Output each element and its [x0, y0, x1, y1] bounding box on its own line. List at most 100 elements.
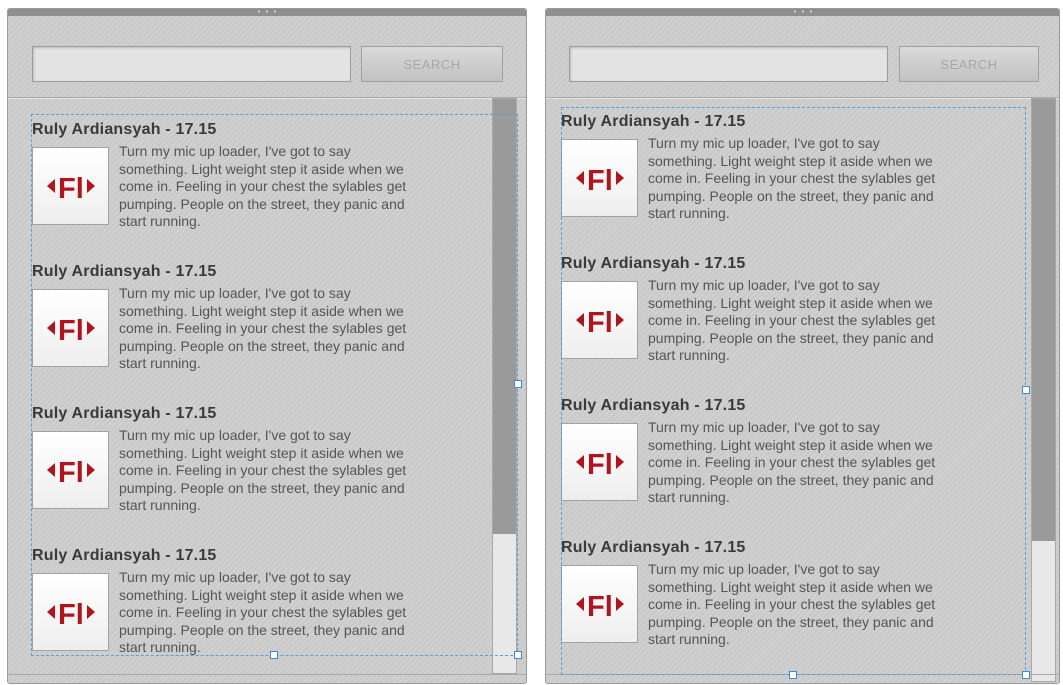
svg-text:Fl: Fl: [58, 599, 84, 631]
item-text-line: start running.: [119, 639, 201, 655]
item-text-line: come in. Feeling in your chest the sylab…: [648, 596, 936, 612]
item-text: Turn my mic up loader, I've got to say so…: [648, 135, 1004, 223]
item-text-line: something. Light weight step it aside wh…: [119, 160, 404, 177]
svg-text:Fl: Fl: [587, 165, 613, 197]
resize-handle[interactable]: [514, 651, 522, 659]
item-text-line: come in. Feeling in your chest the sylab…: [119, 320, 407, 336]
item-title: Ruly Ardiansyah - 17.15: [561, 113, 746, 130]
item-text-line: come in. Feeling in your chest the sylab…: [648, 454, 936, 470]
item-text-line: pumping. People on the street, they pani…: [648, 613, 934, 630]
svg-text:Fl: Fl: [58, 315, 84, 347]
search-button[interactable]: SEARCH: [899, 46, 1039, 82]
flash-fl-logo-icon: Fl: [32, 573, 109, 651]
list-item[interactable]: Ruly Ardiansyah - 17.15 Fl Turn my mic up …: [561, 539, 1021, 647]
item-text-line: come in. Feeling in your chest the sylab…: [648, 312, 936, 328]
resize-handle[interactable]: [1022, 671, 1030, 679]
item-text-line: start running.: [648, 631, 730, 647]
item-text: Turn my mic up loader, I've got to say so…: [119, 569, 475, 657]
item-text-line: come in. Feeling in your chest the sylab…: [648, 170, 936, 186]
item-text: Turn my mic up loader, I've got to say so…: [648, 419, 1004, 507]
list-item[interactable]: Ruly Ardiansyah - 17.15 Fl Turn my mic up …: [32, 263, 492, 371]
flash-fl-logo-icon: Fl: [32, 147, 109, 225]
item-text-line: pumping. People on the street, they pani…: [648, 187, 934, 204]
flash-fl-logo-icon: Fl: [561, 139, 638, 217]
svg-text:Fl: Fl: [587, 591, 613, 623]
scrollbar[interactable]: [1031, 98, 1056, 682]
item-text-line: come in. Feeling in your chest the sylab…: [119, 604, 407, 620]
item-text-line: Turn my mic up loader, I've got to say: [648, 135, 880, 151]
item-text-line: start running.: [119, 355, 201, 371]
search-input[interactable]: [32, 46, 351, 82]
item-text-line: Turn my mic up loader, I've got to say: [648, 561, 880, 577]
list-item[interactable]: Ruly Ardiansyah - 17.15 Fl Turn my mic up …: [32, 547, 492, 655]
scrollbar-thumb[interactable]: [493, 99, 516, 534]
item-text: Turn my mic up loader, I've got to say so…: [119, 285, 475, 373]
search-button[interactable]: SEARCH: [361, 46, 503, 82]
item-text-line: something. Light weight step it aside wh…: [648, 436, 933, 453]
item-text-line: come in. Feeling in your chest the sylab…: [119, 462, 407, 478]
list-item[interactable]: Ruly Ardiansyah - 17.15 Fl Turn my mic up …: [561, 255, 1021, 363]
item-text-line: start running.: [119, 213, 201, 229]
list-panel-right: SEARCH Ruly Ardiansyah - 17.15 Fl Turn my …: [545, 8, 1060, 684]
grip-dots-icon: [255, 10, 279, 13]
resize-handle[interactable]: [514, 380, 522, 388]
item-text-line: Turn my mic up loader, I've got to say: [119, 427, 351, 443]
item-text-line: pumping. People on the street, they pani…: [119, 621, 405, 638]
flash-fl-logo-icon: Fl: [32, 431, 109, 509]
item-text-line: pumping. People on the street, they pani…: [119, 337, 405, 354]
panel-footer: [546, 674, 1059, 683]
item-text-line: something. Light weight step it aside wh…: [648, 578, 933, 595]
resize-handle[interactable]: [270, 651, 278, 659]
item-text-line: Turn my mic up loader, I've got to say: [648, 419, 880, 435]
item-text-line: something. Light weight step it aside wh…: [648, 294, 933, 311]
search-input[interactable]: [569, 46, 888, 82]
resize-handle[interactable]: [789, 671, 797, 679]
panel-footer: [8, 674, 526, 683]
grip-dots-icon: [790, 10, 815, 13]
item-text-line: Turn my mic up loader, I've got to say: [648, 277, 880, 293]
resize-handle[interactable]: [1022, 386, 1030, 394]
item-title: Ruly Ardiansyah - 17.15: [32, 547, 217, 564]
search-bar: SEARCH: [546, 16, 1059, 98]
item-title: Ruly Ardiansyah - 17.15: [32, 121, 217, 138]
list-item[interactable]: Ruly Ardiansyah - 17.15 Fl Turn my mic up …: [561, 113, 1021, 221]
item-title: Ruly Ardiansyah - 17.15: [561, 397, 746, 414]
item-text-line: start running.: [648, 347, 730, 363]
scrollbar-thumb[interactable]: [1032, 99, 1055, 541]
message-list[interactable]: Ruly Ardiansyah - 17.15 Fl Turn my mic up …: [8, 97, 526, 675]
item-text-line: Turn my mic up loader, I've got to say: [119, 285, 351, 301]
flash-fl-logo-icon: Fl: [32, 289, 109, 367]
list-panel-left: SEARCH Ruly Ardiansyah - 17.15 Fl Turn my …: [7, 8, 527, 684]
item-text: Turn my mic up loader, I've got to say so…: [119, 143, 475, 231]
list-item[interactable]: Ruly Ardiansyah - 17.15 Fl Turn my mic up …: [32, 121, 492, 229]
message-list[interactable]: Ruly Ardiansyah - 17.15 Fl Turn my mic up …: [546, 97, 1059, 675]
panel-grip[interactable]: [8, 9, 526, 16]
search-bar: SEARCH: [8, 16, 526, 98]
item-title: Ruly Ardiansyah - 17.15: [32, 405, 217, 422]
item-text-line: something. Light weight step it aside wh…: [119, 444, 404, 461]
item-text-line: something. Light weight step it aside wh…: [119, 586, 404, 603]
svg-text:Fl: Fl: [58, 457, 84, 489]
svg-text:Fl: Fl: [587, 307, 613, 339]
flash-fl-logo-icon: Fl: [561, 281, 638, 359]
item-text-line: start running.: [119, 497, 201, 513]
list-item[interactable]: Ruly Ardiansyah - 17.15 Fl Turn my mic up …: [32, 405, 492, 513]
item-text-line: pumping. People on the street, they pani…: [119, 195, 405, 212]
svg-text:Fl: Fl: [58, 173, 84, 205]
item-text-line: Turn my mic up loader, I've got to say: [119, 569, 351, 585]
item-text-line: pumping. People on the street, they pani…: [648, 471, 934, 488]
item-title: Ruly Ardiansyah - 17.15: [561, 255, 746, 272]
item-text: Turn my mic up loader, I've got to say so…: [648, 277, 1004, 365]
item-text-line: start running.: [648, 489, 730, 505]
item-text-line: something. Light weight step it aside wh…: [119, 302, 404, 319]
item-text: Turn my mic up loader, I've got to say so…: [648, 561, 1004, 649]
svg-text:Fl: Fl: [587, 449, 613, 481]
flash-fl-logo-icon: Fl: [561, 565, 638, 643]
list-item[interactable]: Ruly Ardiansyah - 17.15 Fl Turn my mic up …: [561, 397, 1021, 505]
item-text-line: pumping. People on the street, they pani…: [648, 329, 934, 346]
item-text-line: start running.: [648, 205, 730, 221]
item-text-line: pumping. People on the street, they pani…: [119, 479, 405, 496]
item-text-line: something. Light weight step it aside wh…: [648, 152, 933, 169]
item-title: Ruly Ardiansyah - 17.15: [32, 263, 217, 280]
panel-grip[interactable]: [546, 9, 1059, 16]
